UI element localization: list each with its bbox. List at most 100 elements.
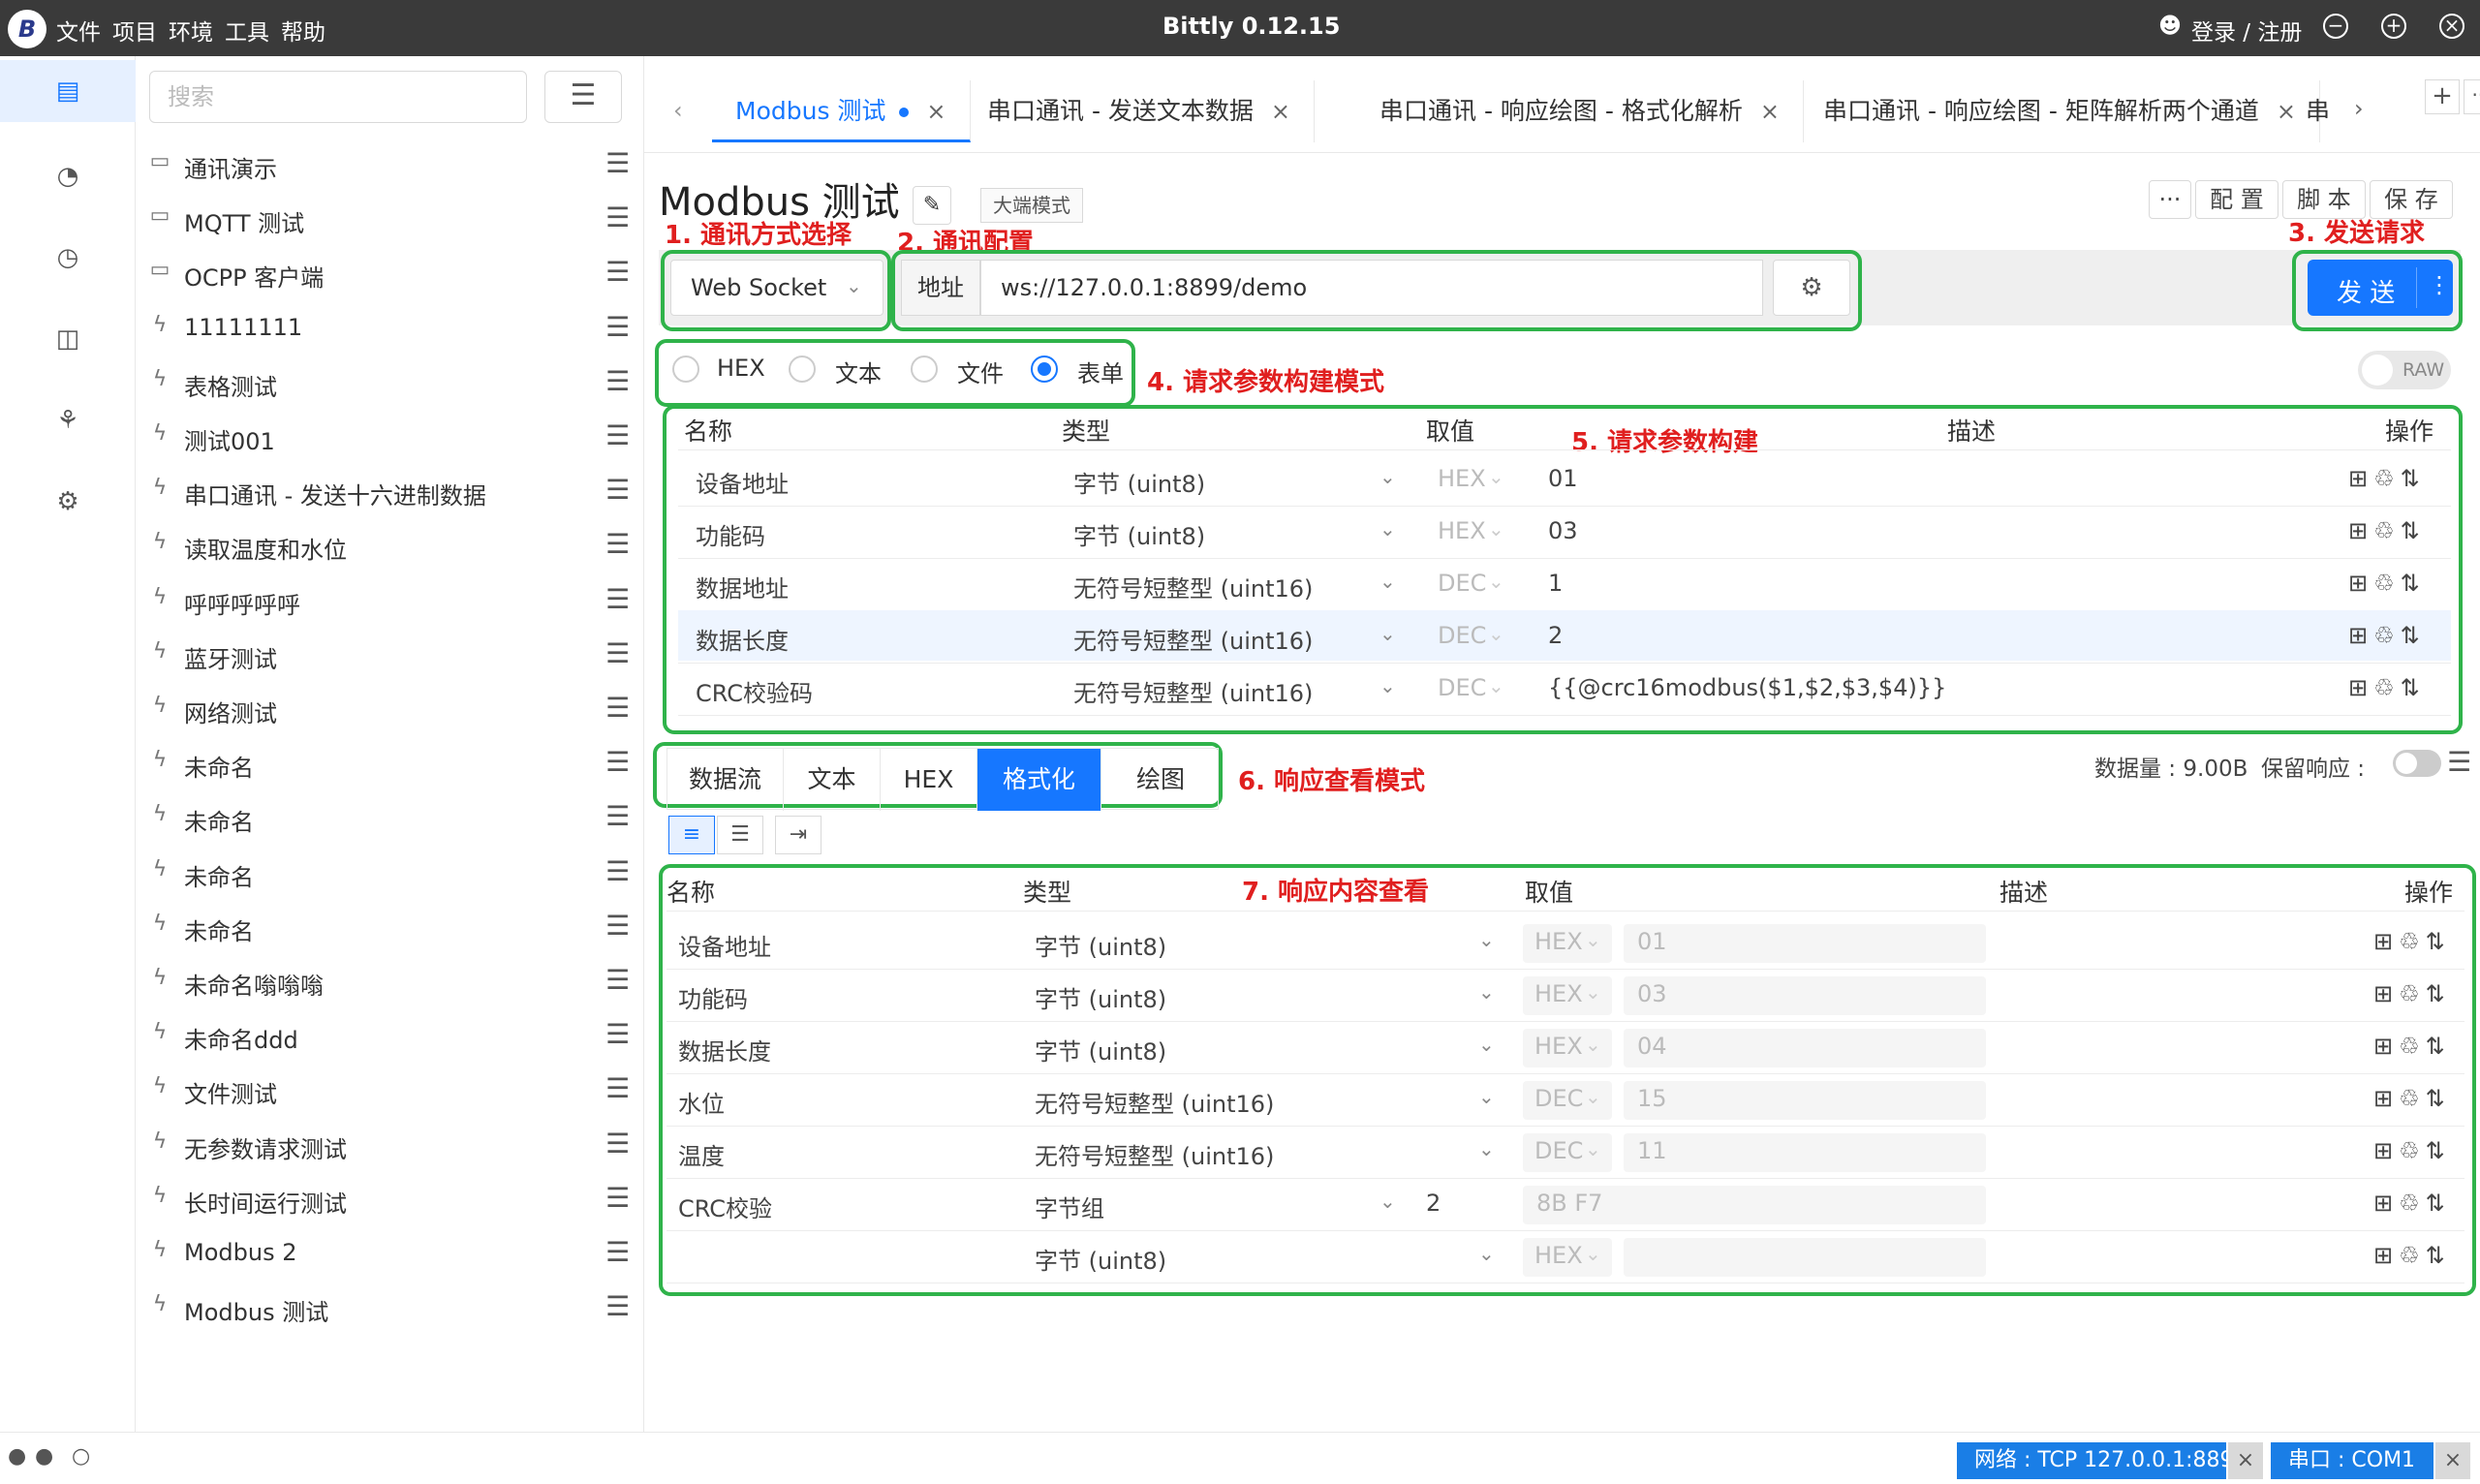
item-menu-icon[interactable]: ☰ bbox=[605, 746, 630, 778]
item-menu-icon[interactable]: ☰ bbox=[605, 419, 630, 451]
item-menu-icon[interactable]: ☰ bbox=[605, 637, 630, 669]
expand-icon[interactable]: ⇥ bbox=[775, 816, 822, 854]
resp-field-format[interactable]: DEC bbox=[1534, 1137, 1583, 1164]
resp-field-type[interactable]: 无符号短整型 (uint16) bbox=[1035, 1085, 1274, 1119]
param-type-select[interactable]: 无符号短整型 (uint16) bbox=[1073, 570, 1313, 603]
mode-radio-text[interactable] bbox=[789, 356, 816, 383]
row-actions-icon[interactable]: ⊞♲⇅ bbox=[2373, 1033, 2451, 1060]
project-list-item[interactable]: ϟ 未命名ddd ☰ bbox=[136, 1008, 644, 1063]
item-menu-icon[interactable]: ☰ bbox=[605, 528, 630, 560]
edit-icon[interactable]: ✎ bbox=[913, 186, 951, 225]
minimize-icon[interactable]: − bbox=[2323, 14, 2348, 39]
item-menu-icon[interactable]: ☰ bbox=[605, 147, 630, 179]
project-list-item[interactable]: ϟ 读取温度和水位 ☰ bbox=[136, 518, 644, 572]
row-actions-icon[interactable]: ⊞♲⇅ bbox=[2373, 1085, 2451, 1112]
tab-close-icon[interactable]: × bbox=[1760, 98, 1780, 125]
response-menu-icon[interactable]: ☰ bbox=[2447, 746, 2471, 778]
wechat-icon[interactable]: ● bbox=[35, 1444, 53, 1469]
param-type-select[interactable]: 无符号短整型 (uint16) bbox=[1073, 674, 1313, 708]
param-name[interactable]: 数据长度 bbox=[696, 622, 789, 656]
search-input[interactable]: 搜索 bbox=[149, 71, 527, 123]
param-name[interactable]: 功能码 bbox=[696, 517, 765, 551]
item-menu-icon[interactable]: ☰ bbox=[605, 1128, 630, 1159]
param-name[interactable]: 设备地址 bbox=[696, 465, 789, 499]
menu-help[interactable]: 帮助 bbox=[281, 14, 326, 46]
item-menu-icon[interactable]: ☰ bbox=[605, 964, 630, 996]
project-list-item[interactable]: ▭ MQTT 测试 ☰ bbox=[136, 192, 644, 246]
tab-overflow[interactable]: 串 bbox=[2296, 80, 2340, 142]
menu-tools[interactable]: 工具 bbox=[225, 14, 269, 46]
row-actions-icon[interactable]: ⊞♲⇅ bbox=[2373, 980, 2451, 1007]
resp-field-format[interactable]: HEX bbox=[1534, 928, 1583, 955]
param-type-select[interactable]: 字节 (uint8) bbox=[1073, 465, 1205, 499]
project-list-item[interactable]: ϟ 长时间运行测试 ☰ bbox=[136, 1172, 644, 1226]
row-actions-icon[interactable]: ⊞♲⇅ bbox=[2373, 1190, 2451, 1217]
menu-file[interactable]: 文件 bbox=[56, 14, 101, 46]
item-menu-icon[interactable]: ☰ bbox=[605, 692, 630, 724]
row-actions-icon[interactable]: ⊞♲⇅ bbox=[2348, 674, 2426, 701]
tab-close-icon[interactable]: × bbox=[1271, 98, 1290, 125]
raw-toggle[interactable]: RAW bbox=[2358, 351, 2451, 389]
param-type-select[interactable]: 字节 (uint8) bbox=[1073, 517, 1205, 551]
project-list-item[interactable]: ϟ 串口通讯 - 发送十六进制数据 ☰ bbox=[136, 464, 644, 518]
serial-status[interactable]: 串口 : COM1 bbox=[2271, 1442, 2434, 1479]
mode-radio-file[interactable] bbox=[911, 356, 938, 383]
tab-close-icon[interactable]: × bbox=[926, 98, 946, 125]
item-menu-icon[interactable]: ☰ bbox=[605, 583, 630, 615]
resp-tab-plot[interactable]: 绘图 bbox=[1101, 749, 1220, 811]
login-link[interactable]: 登录 / 注册 bbox=[2191, 14, 2302, 46]
param-value-input[interactable]: 2 bbox=[1548, 622, 1563, 649]
tab-close-icon[interactable]: × bbox=[2277, 98, 2296, 125]
project-list-item[interactable]: ϟ 11111111 ☰ bbox=[136, 301, 644, 356]
row-actions-icon[interactable]: ⊞♲⇅ bbox=[2373, 1137, 2451, 1164]
resp-field-type[interactable]: 字节 (uint8) bbox=[1035, 980, 1166, 1014]
param-format-select[interactable]: DEC bbox=[1438, 570, 1486, 597]
row-actions-icon[interactable]: ⊞♲⇅ bbox=[2373, 928, 2451, 955]
project-list-item[interactable]: ϟ 未命名 ☰ bbox=[136, 900, 644, 954]
resp-tab-format[interactable]: 格式化 bbox=[977, 749, 1101, 811]
resp-field-type[interactable]: 字节组 bbox=[1035, 1190, 1104, 1223]
tab-serial-text[interactable]: 串口通讯 - 发送文本数据 × bbox=[964, 80, 1316, 142]
item-menu-icon[interactable]: ☰ bbox=[605, 256, 630, 288]
close-icon[interactable]: × bbox=[2439, 14, 2464, 39]
param-type-select[interactable]: 无符号短整型 (uint16) bbox=[1073, 622, 1313, 656]
param-value-input[interactable]: 1 bbox=[1548, 570, 1563, 597]
resp-field-type[interactable]: 字节 (uint8) bbox=[1035, 1033, 1166, 1067]
workspace-icon[interactable]: ▤ bbox=[50, 74, 85, 108]
param-value-input[interactable]: 01 bbox=[1548, 465, 1578, 492]
tab-serial-format[interactable]: 串口通讯 - 响应绘图 - 格式化解析 × bbox=[1356, 80, 1804, 142]
serial-close-icon[interactable]: × bbox=[2435, 1442, 2470, 1479]
resp-field-format[interactable]: DEC bbox=[1534, 1085, 1583, 1112]
resp-tab-hex[interactable]: HEX bbox=[881, 749, 977, 811]
settings-gear-icon[interactable]: ⚙ bbox=[50, 484, 85, 519]
project-list-item[interactable]: ϟ 测试001 ☰ bbox=[136, 410, 644, 464]
mode-radio-form[interactable] bbox=[1031, 356, 1058, 383]
qq-icon[interactable]: ● bbox=[8, 1444, 26, 1469]
param-name[interactable]: CRC校验码 bbox=[696, 674, 813, 708]
project-list-item[interactable]: ϟ 未命名 ☰ bbox=[136, 846, 644, 900]
param-format-select[interactable]: DEC bbox=[1438, 674, 1486, 701]
resp-tab-stream[interactable]: 数据流 bbox=[667, 749, 784, 811]
history-icon[interactable]: ◷ bbox=[50, 240, 85, 275]
param-format-select[interactable]: HEX bbox=[1438, 465, 1486, 492]
list-view-icon[interactable]: ☰ bbox=[717, 816, 763, 854]
chat-icon[interactable]: ○ bbox=[72, 1444, 90, 1469]
param-value-input[interactable]: 03 bbox=[1548, 517, 1578, 544]
project-list-item[interactable]: ▭ OCPP 客户端 ☰ bbox=[136, 246, 644, 300]
tab-scroll-left-icon[interactable]: ‹ bbox=[673, 97, 683, 124]
row-actions-icon[interactable]: ⊞♲⇅ bbox=[2373, 1242, 2451, 1269]
project-list-item[interactable]: ϟ Modbus 测试 ☰ bbox=[136, 1281, 644, 1335]
param-format-select[interactable]: HEX bbox=[1438, 517, 1486, 544]
project-list-item[interactable]: ϟ 蓝牙测试 ☰ bbox=[136, 628, 644, 682]
menu-project[interactable]: 项目 bbox=[112, 14, 157, 46]
project-list-item[interactable]: ▭ 通讯演示 ☰ bbox=[136, 138, 644, 192]
item-menu-icon[interactable]: ☰ bbox=[605, 910, 630, 942]
param-format-select[interactable]: DEC bbox=[1438, 622, 1486, 649]
item-menu-icon[interactable]: ☰ bbox=[605, 800, 630, 832]
keep-response-toggle[interactable] bbox=[2393, 750, 2441, 777]
item-menu-icon[interactable]: ☰ bbox=[605, 855, 630, 887]
resp-field-length[interactable]: 2 bbox=[1426, 1190, 1441, 1217]
item-menu-icon[interactable]: ☰ bbox=[605, 201, 630, 233]
row-actions-icon[interactable]: ⊞♲⇅ bbox=[2348, 465, 2426, 492]
project-list-item[interactable]: ϟ 未命名 ☰ bbox=[136, 790, 644, 845]
